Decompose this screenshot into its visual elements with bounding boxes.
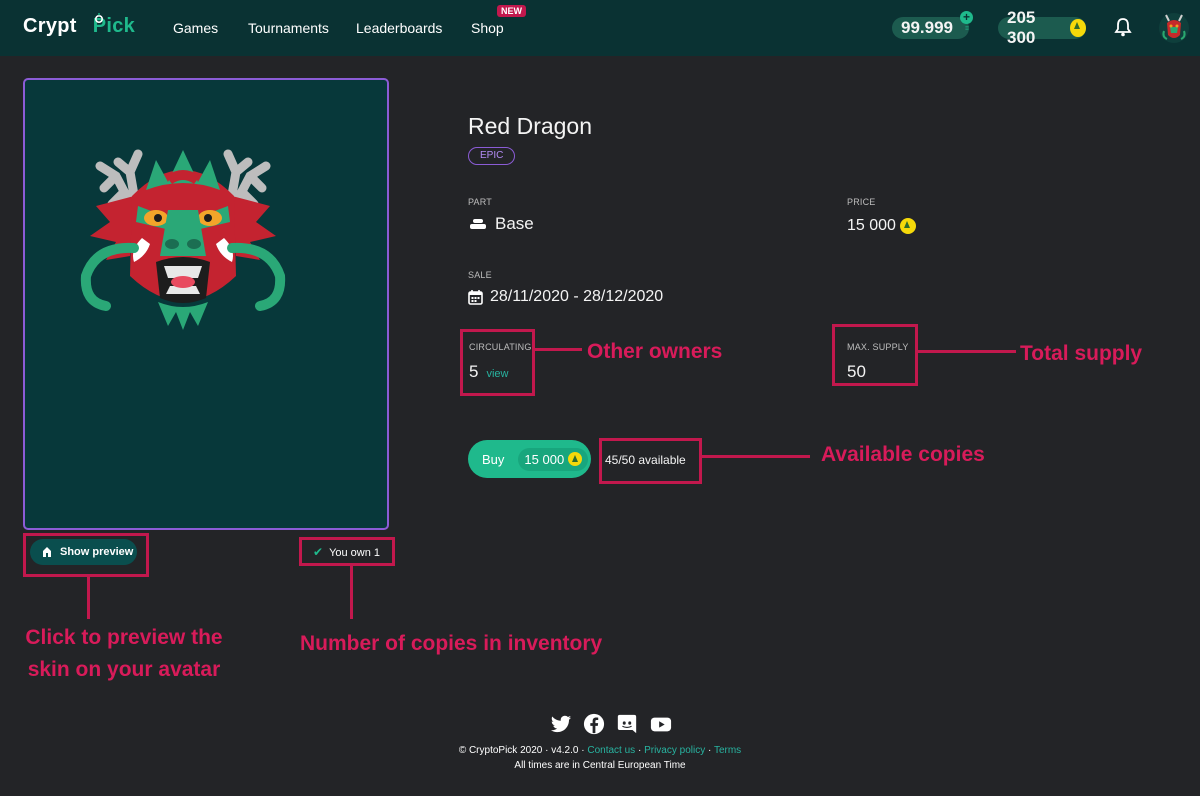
base-part-icon: [470, 219, 486, 229]
part-value: Base: [470, 214, 534, 234]
nav-games[interactable]: Games: [173, 20, 218, 36]
annotation-box-circulating: [460, 329, 535, 396]
buy-button[interactable]: Buy 15 000: [468, 440, 591, 478]
add-funds-icon[interactable]: +: [960, 11, 973, 24]
annotation-preview: Click to preview the skin on your avatar: [25, 626, 223, 681]
twitter-icon[interactable]: [550, 713, 572, 735]
nav-leaderboards[interactable]: Leaderboards: [356, 20, 442, 36]
footer-links: © CryptoPick 2020 · v4.2.0 · Contact us …: [458, 745, 742, 756]
cryptopick-logo[interactable]: Crypt Pick: [23, 13, 135, 38]
annotation-available-copies: Available copies: [821, 443, 985, 466]
pick-coin-icon: [1070, 19, 1086, 37]
shop-new-badge: NEW: [497, 5, 526, 17]
annotation-inventory: Number of copies in inventory: [300, 632, 603, 655]
annotation-line-owned: [350, 566, 353, 619]
annotation-line-circulating: [535, 348, 582, 351]
calendar-icon: [468, 290, 483, 305]
annotation-line-available: [702, 455, 810, 458]
rarity-badge: EPIC: [468, 147, 516, 165]
youtube-icon[interactable]: [649, 713, 673, 735]
annotation-line-max-supply: [918, 350, 1016, 353]
annotation-other-owners: Other owners: [587, 340, 723, 363]
annotation-box-preview: [23, 533, 149, 577]
annotation-box-available: [599, 438, 702, 484]
contact-link[interactable]: Contact us: [587, 745, 635, 756]
user-avatar[interactable]: [1158, 9, 1190, 47]
facebook-icon[interactable]: [583, 713, 605, 735]
annotation-box-max-supply: [832, 324, 918, 386]
pick-coin-icon: [899, 218, 916, 234]
price-label: PRICE: [847, 197, 876, 207]
pick-coin-icon: [568, 452, 583, 466]
bell-icon[interactable]: [1114, 17, 1132, 37]
buy-price: 15 000: [518, 447, 589, 471]
timezone-note: All times are in Central European Time: [514, 760, 686, 771]
nav-tournaments[interactable]: Tournaments: [248, 20, 329, 36]
annotation-box-owned: [299, 537, 395, 566]
sale-label: SALE: [468, 270, 492, 280]
currency-pill-2[interactable]: 205 300: [998, 8, 1086, 47]
red-dragon-mask-image: [80, 149, 286, 330]
annotation-line-preview: [87, 577, 90, 619]
annotation-total-supply: Total supply: [1020, 342, 1143, 365]
nav-shop[interactable]: Shop: [471, 20, 504, 36]
item-title: Red Dragon: [468, 113, 593, 139]
part-label: PART: [468, 197, 492, 207]
logo-bulb-icon: [95, 13, 103, 23]
privacy-link[interactable]: Privacy policy: [644, 745, 705, 756]
currency-pill-1[interactable]: 99.999: [892, 17, 969, 39]
top-navbar: Crypt Pick Games Tournaments Leaderboards…: [0, 0, 1200, 56]
terms-link[interactable]: Terms: [714, 745, 741, 756]
sale-period: 28/11/2020 - 28/12/2020: [468, 288, 663, 306]
discord-icon[interactable]: [616, 713, 638, 735]
price-value: 15 000: [847, 217, 916, 235]
